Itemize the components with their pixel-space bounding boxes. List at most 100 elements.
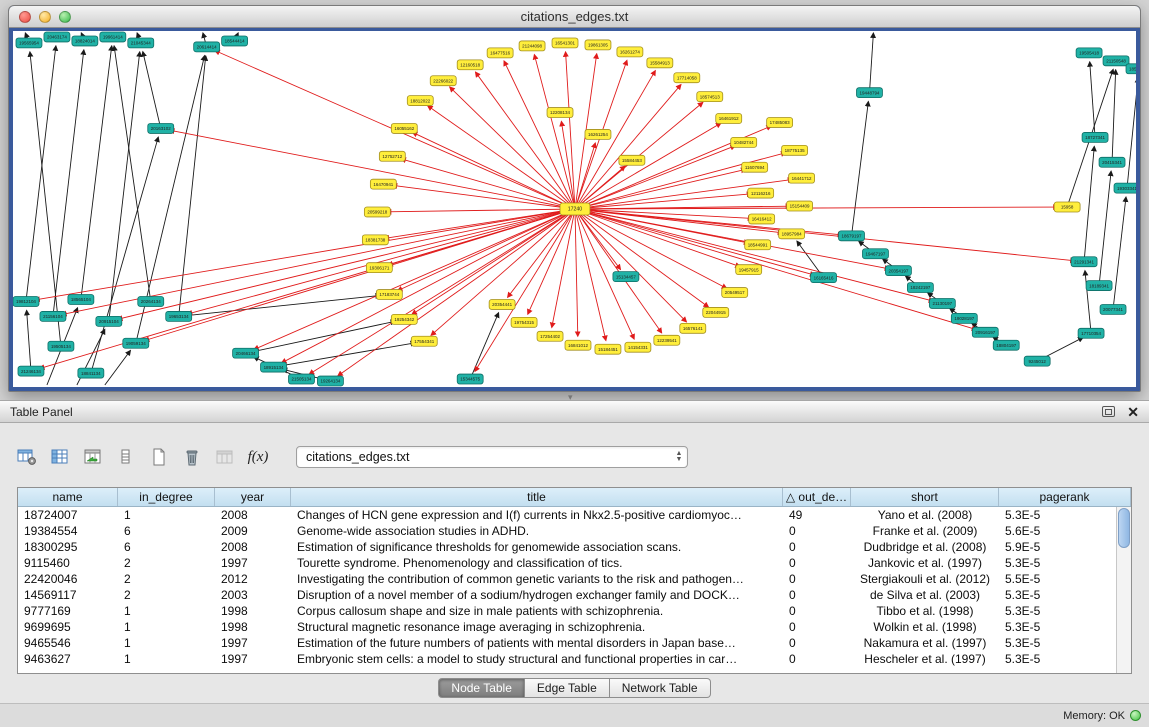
graph-node[interactable]: 18242197: [907, 283, 933, 293]
new-table-button[interactable]: [146, 445, 172, 469]
graph-node[interactable]: 16576141: [680, 323, 706, 333]
column-header[interactable]: title: [291, 488, 783, 506]
graph-node[interactable]: 19505134: [48, 341, 74, 351]
graph-node[interactable]: 17710354: [1078, 328, 1104, 338]
graph-node[interactable]: 20916197: [972, 327, 998, 337]
graph-node[interactable]: 19812104: [13, 297, 39, 307]
graph-node[interactable]: 19754315: [511, 317, 537, 327]
table-row[interactable]: 1830029562008Estimation of significance …: [18, 539, 1131, 555]
graph-node[interactable]: 22044915: [703, 307, 729, 317]
table-row[interactable]: 911546021997Tourette syndrome. Phenomeno…: [18, 555, 1131, 571]
row-options-button[interactable]: [113, 445, 139, 469]
graph-node[interactable]: 14154331: [625, 342, 651, 352]
graph-node[interactable]: 21130197: [929, 298, 955, 308]
column-display-button[interactable]: [47, 445, 73, 469]
graph-node[interactable]: 18841134: [78, 368, 104, 378]
graph-node[interactable]: 16055162: [391, 123, 417, 133]
graph-node[interactable]: 19505418: [1076, 48, 1102, 58]
delete-table-button[interactable]: [179, 445, 205, 469]
graph-node[interactable]: 18540448: [1126, 64, 1136, 74]
graph-node[interactable]: 20354441: [489, 299, 515, 309]
graph-node[interactable]: 16441712: [789, 173, 815, 183]
memory-status-icon[interactable]: [1130, 710, 1141, 721]
graph-node[interactable]: 18957984: [779, 229, 805, 239]
scrollbar-thumb[interactable]: [1118, 508, 1130, 548]
graph-node[interactable]: 18824014: [72, 36, 98, 46]
column-header[interactable]: in_degree: [118, 488, 215, 506]
graph-node[interactable]: 19961414: [100, 32, 126, 42]
graph-node[interactable]: 16541301: [552, 38, 578, 48]
table-row[interactable]: 969969511998Structural magnetic resonanc…: [18, 619, 1131, 635]
float-panel-icon[interactable]: [1102, 406, 1115, 417]
graph-node[interactable]: 12116216: [748, 188, 774, 198]
graph-node[interactable]: 18679197: [839, 231, 865, 241]
table-row[interactable]: 946554611997Estimation of the future num…: [18, 635, 1131, 651]
graph-node[interactable]: 18812022: [407, 96, 433, 106]
graph-node[interactable]: 21291341: [1071, 257, 1097, 267]
graph-node[interactable]: 12752712: [379, 151, 405, 161]
graph-node[interactable]: 16261274: [617, 47, 643, 57]
graph-node[interactable]: 21244098: [519, 41, 545, 51]
graph-node[interactable]: 18574513: [697, 92, 723, 102]
graph-node[interactable]: 11607694: [742, 162, 768, 172]
graph-node[interactable]: 20599218: [364, 207, 390, 217]
graph-node[interactable]: 15154409: [787, 201, 813, 211]
graph-node[interactable]: 15958: [1054, 202, 1080, 212]
graph-node[interactable]: 20466134: [233, 348, 259, 358]
graph-node[interactable]: 18544414: [222, 36, 248, 46]
graph-node[interactable]: 12239541: [654, 335, 680, 345]
graph-node[interactable]: 19861305: [585, 40, 611, 50]
table-settings-button[interactable]: [14, 445, 40, 469]
import-table-button[interactable]: [212, 445, 238, 469]
graph-node[interactable]: 18804197: [993, 340, 1019, 350]
graph-node[interactable]: 18381738: [362, 235, 388, 245]
graph-node[interactable]: 22266022: [430, 76, 456, 86]
table-row[interactable]: 946362711997Embryonic stem cells: a mode…: [18, 651, 1131, 667]
table-row[interactable]: 2242004622012Investigating the contribut…: [18, 571, 1131, 587]
graph-node[interactable]: 17554341: [411, 336, 437, 346]
graph-node[interactable]: 16470941: [370, 179, 396, 189]
graph-node[interactable]: 9245012: [1024, 356, 1050, 366]
graph-node[interactable]: 19059134: [123, 338, 149, 348]
graph-node[interactable]: 15344575: [457, 374, 483, 384]
graph-node[interactable]: 18565104: [68, 295, 94, 305]
graph-node[interactable]: 15584913: [647, 58, 673, 68]
graph-node[interactable]: 17485083: [767, 118, 793, 128]
graph-node[interactable]: 21156104: [40, 311, 66, 321]
graph-node[interactable]: 20915104: [96, 316, 122, 326]
network-window-titlebar[interactable]: citations_edges.txt: [9, 6, 1140, 28]
graph-node[interactable]: 20614414: [194, 42, 220, 52]
tab-network-table[interactable]: Network Table: [610, 678, 711, 698]
graph-node[interactable]: 15184451: [595, 344, 621, 354]
column-header[interactable]: name: [18, 488, 118, 506]
column-header[interactable]: short: [851, 488, 999, 506]
graph-node[interactable]: 17714058: [674, 73, 700, 83]
column-header[interactable]: △ out_de…: [783, 488, 851, 506]
close-panel-icon[interactable]: ✕: [1127, 405, 1139, 419]
graph-node[interactable]: 18775135: [782, 145, 808, 155]
table-select-dropdown[interactable]: citations_edges.txt ▲▼: [296, 446, 688, 468]
tab-edge-table[interactable]: Edge Table: [525, 678, 610, 698]
import-column-button[interactable]: [80, 445, 106, 469]
graph-node[interactable]: 19565954: [16, 38, 42, 48]
graph-node[interactable]: 19467197: [862, 249, 888, 259]
graph-node[interactable]: 20077341: [1100, 304, 1126, 314]
graph-node[interactable]: 19306171: [366, 263, 392, 273]
graph-node[interactable]: 21246134: [18, 366, 44, 376]
graph-node[interactable]: 16477516: [487, 48, 513, 58]
graph-node[interactable]: 21505134: [289, 374, 315, 384]
graph-node[interactable]: 18727341: [1082, 132, 1108, 142]
graph-node[interactable]: 19264134: [317, 376, 343, 386]
table-row[interactable]: 1938455462009Genome-wide association stu…: [18, 523, 1131, 539]
graph-node[interactable]: 19653134: [166, 311, 192, 321]
graph-node[interactable]: 16416412: [749, 214, 775, 224]
graph-node[interactable]: 19448794: [856, 88, 882, 98]
graph-node[interactable]: 12160518: [457, 60, 483, 70]
table-row[interactable]: 1872400712008Changes of HCN gene express…: [18, 507, 1131, 523]
graph-node[interactable]: 20354197: [885, 266, 911, 276]
graph-node[interactable]: 20163102: [148, 123, 174, 133]
graph-node[interactable]: 20415341: [1099, 157, 1125, 167]
column-header[interactable]: pagerank: [999, 488, 1131, 506]
graph-node[interactable]: 16165416: [811, 273, 837, 283]
function-builder-button[interactable]: f(x): [245, 445, 271, 469]
